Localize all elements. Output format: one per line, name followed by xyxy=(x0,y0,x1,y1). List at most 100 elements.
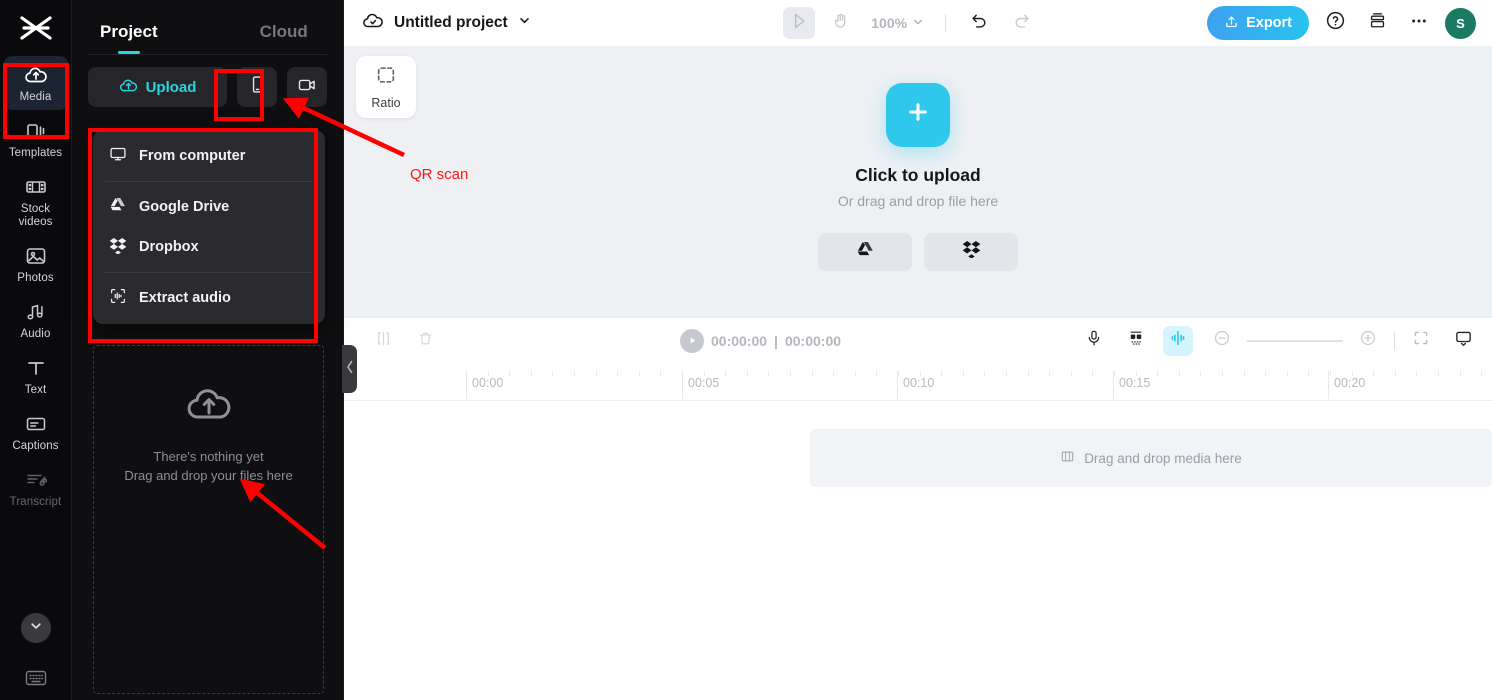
transcript-icon xyxy=(24,468,48,492)
zoom-out-button[interactable] xyxy=(1207,326,1237,356)
play-icon xyxy=(687,333,698,349)
sidebar-item-transcript[interactable]: Transcript xyxy=(4,461,68,515)
redo-button[interactable] xyxy=(1005,7,1037,39)
ruler-tick xyxy=(1308,371,1310,376)
extract-audio-icon xyxy=(109,287,127,309)
menu-item-extract-audio[interactable]: Extract audio xyxy=(93,278,325,318)
record-voiceover-button[interactable] xyxy=(1079,326,1109,356)
cloud-upload-icon xyxy=(179,380,239,433)
ruler-tick xyxy=(811,371,813,376)
timeline-toolbar-divider xyxy=(1394,331,1396,350)
menu-item-google-drive[interactable]: Google Drive xyxy=(93,187,325,227)
upload-button[interactable]: Upload xyxy=(88,67,227,107)
sidebar-item-photos[interactable]: Photos xyxy=(4,237,68,291)
keyframe-button[interactable] xyxy=(1121,326,1151,356)
play-button[interactable] xyxy=(680,328,704,353)
ruler-tick xyxy=(617,371,619,376)
zoom-out-icon xyxy=(1213,329,1231,352)
menu-item-dropbox[interactable]: Dropbox xyxy=(93,227,325,267)
timeline-zoom-slider[interactable] xyxy=(1207,326,1383,356)
ruler-tick xyxy=(660,371,662,376)
ruler-tick xyxy=(574,371,575,376)
ruler-tick xyxy=(1006,371,1007,376)
zoom-in-button[interactable] xyxy=(1353,326,1383,356)
split-clip-button[interactable] xyxy=(368,326,398,356)
sidebar-item-text[interactable]: Text xyxy=(4,349,68,403)
cloud-upload-icon xyxy=(24,63,48,87)
user-avatar[interactable]: S xyxy=(1445,7,1476,39)
dropbox-button[interactable] xyxy=(924,232,1018,271)
preview-canvas: Ratio Click to upload Or drag and drop f… xyxy=(344,46,1492,317)
sidebar-item-templates[interactable]: Templates xyxy=(4,112,68,166)
ruler-tick xyxy=(790,371,791,376)
ruler-tick xyxy=(595,371,597,376)
toolbar-divider xyxy=(945,14,947,32)
sidebar-item-media[interactable]: Media xyxy=(3,56,68,110)
add-media-button[interactable] xyxy=(886,82,950,147)
google-drive-button[interactable] xyxy=(818,232,912,271)
zoom-level-value: 100% xyxy=(871,15,908,31)
keyframe-icon xyxy=(1127,329,1145,352)
click-to-upload-area[interactable]: Click to upload Or drag and drop file he… xyxy=(818,82,1018,271)
chevron-down-icon[interactable] xyxy=(518,14,531,32)
project-title[interactable]: Untitled project xyxy=(394,14,508,32)
mobile-phone-icon xyxy=(248,75,267,99)
ruler-tick xyxy=(1373,371,1375,376)
more-options-button[interactable] xyxy=(1403,7,1435,39)
ratio-button[interactable]: Ratio xyxy=(356,56,416,118)
zoom-slider-track[interactable] xyxy=(1247,339,1344,342)
timeline-ruler[interactable]: 00:00 00:05 00:10 00:15 00:20 xyxy=(344,363,1492,401)
ruler-tick xyxy=(509,371,511,376)
ruler-tick xyxy=(1438,371,1439,376)
google-drive-icon xyxy=(856,241,875,263)
menu-item-label: Google Drive xyxy=(139,199,230,215)
photos-icon xyxy=(24,244,48,268)
undo-icon xyxy=(970,11,989,35)
select-tool-button[interactable] xyxy=(783,7,816,39)
track-dropzone[interactable]: Drag and drop media here xyxy=(810,429,1492,487)
preview-panel-button[interactable] xyxy=(1448,326,1478,356)
dropzone-text: There's nothing yet Drag and drop your f… xyxy=(124,447,292,485)
panel-tabs: Project Cloud xyxy=(72,0,343,48)
capcut-logo[interactable] xyxy=(0,0,72,56)
fit-to-screen-button[interactable] xyxy=(1406,326,1436,356)
sidebar-item-captions[interactable]: Captions xyxy=(4,405,68,459)
audio-mix-button[interactable] xyxy=(1163,325,1194,356)
menu-item-from-computer[interactable]: From computer xyxy=(93,136,325,176)
export-upload-icon xyxy=(1224,14,1239,33)
help-circle-icon xyxy=(1325,10,1346,36)
zoom-level-control[interactable]: 100% xyxy=(867,15,928,31)
chevron-left-icon xyxy=(346,360,354,379)
cloud-sync-icon[interactable] xyxy=(362,10,384,37)
ruler-tick xyxy=(941,371,943,376)
delete-button[interactable] xyxy=(410,326,440,356)
qr-scan-phone-button[interactable] xyxy=(237,67,277,107)
undo-button[interactable] xyxy=(963,7,995,39)
plus-icon xyxy=(903,97,933,132)
layers-button[interactable] xyxy=(1361,7,1393,39)
sidebar-expand-button[interactable] xyxy=(21,613,51,643)
sidebar-item-audio[interactable]: Audio xyxy=(4,293,68,347)
chevron-down-icon xyxy=(912,15,924,31)
sidebar-item-stock-videos[interactable]: Stock videos xyxy=(4,168,68,235)
ruler-label: 00:05 xyxy=(688,376,720,390)
ruler-label: 00:10 xyxy=(903,376,935,390)
hand-tool-button[interactable] xyxy=(825,7,857,39)
ruler-label: 00:00 xyxy=(472,376,504,390)
keyboard-shortcuts-button[interactable] xyxy=(0,669,72,692)
audio-mix-icon xyxy=(1169,329,1187,352)
export-button[interactable]: Export xyxy=(1207,6,1309,40)
captions-icon xyxy=(24,412,48,436)
timeline-toolbar: 00:00:00 | 00:00:00 xyxy=(344,317,1492,363)
panel-collapse-handle[interactable] xyxy=(342,345,357,393)
help-button[interactable] xyxy=(1319,7,1351,39)
google-drive-icon xyxy=(109,197,127,217)
sidebar-item-label: Transcript xyxy=(9,496,62,508)
ruler-tick xyxy=(1265,371,1267,376)
tab-project[interactable]: Project xyxy=(88,22,170,48)
dropbox-icon xyxy=(962,240,981,263)
record-video-button[interactable] xyxy=(287,67,327,107)
tab-cloud[interactable]: Cloud xyxy=(248,22,320,48)
media-dropzone[interactable]: There's nothing yet Drag and drop your f… xyxy=(93,345,324,694)
upload-source-menu: From computer Google Drive Dropbox Extra… xyxy=(93,130,325,324)
